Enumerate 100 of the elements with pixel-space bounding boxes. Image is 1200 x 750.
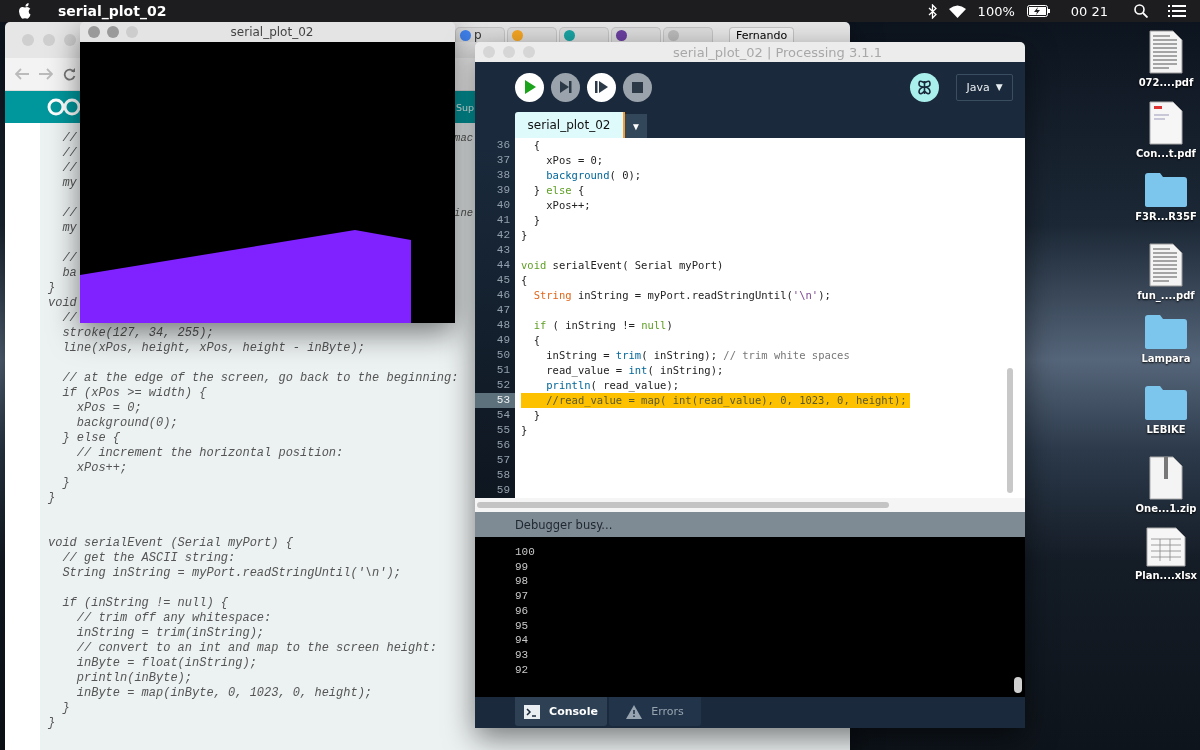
code-line: // increment the horizontal position: [75, 446, 344, 461]
code-line: } [48, 491, 56, 506]
line-number: 38 [495, 168, 511, 183]
line-number: 50 [495, 348, 511, 363]
zoom-button[interactable] [64, 34, 76, 46]
code-line: void serialEvent( Serial myPort) [521, 258, 725, 273]
code-line: my [61, 221, 77, 236]
file-name[interactable]: 072....pdf [1138, 77, 1194, 88]
file-name[interactable]: Plan....xlsx [1134, 570, 1198, 581]
window-title: serial_plot_02 | Processing 3.1.1 [673, 44, 883, 60]
battery-charging-icon[interactable] [1026, 5, 1051, 17]
console-line: 99 [515, 559, 530, 575]
code-line: // at the edge of the screen, go back to the beginning: [61, 371, 459, 386]
continue-icon [595, 81, 608, 93]
folder-icon [1144, 172, 1188, 208]
file-name[interactable]: Lampara [1141, 353, 1191, 364]
file-name[interactable]: LEBIKE [1146, 424, 1186, 435]
apple-logo-icon[interactable] [18, 3, 32, 19]
continue-button[interactable] [587, 72, 616, 102]
run-button[interactable] [515, 72, 544, 102]
code-line: // get the ASCII string: [61, 551, 236, 566]
minimize-button[interactable] [107, 26, 119, 38]
file-name[interactable]: fun_....pdf [1137, 290, 1195, 301]
debug-button[interactable] [910, 72, 939, 102]
reload-icon[interactable] [63, 67, 76, 81]
console-line: 94 [515, 633, 530, 648]
line-number: 41 [495, 213, 511, 228]
code-line: } [532, 213, 541, 228]
line-number: 49 [495, 333, 511, 348]
app-name[interactable]: serial_plot_02 [58, 3, 167, 19]
console-line: 100 [515, 545, 536, 560]
menu-bar-clock[interactable]: 00 21 [1070, 3, 1108, 19]
scrollbar[interactable] [1007, 368, 1013, 493]
code-line: inString = trim( inString); // trim white spaces [545, 348, 851, 363]
line-number: 51 [495, 363, 511, 378]
browser-tab[interactable] [611, 27, 661, 42]
line-number: 39 [495, 183, 511, 198]
forward-arrow-icon[interactable] [39, 68, 53, 80]
code-line: println(inByte); [75, 671, 193, 686]
code-line: my [61, 176, 77, 191]
code-line: ba [61, 266, 77, 281]
bluetooth-icon[interactable] [927, 3, 937, 19]
code-line: } else { [532, 183, 586, 198]
stop-button[interactable] [623, 72, 652, 102]
code-line: void serialEvent (Serial myPort) { [48, 536, 293, 551]
battery-percentage: 100% [977, 3, 1015, 19]
errors-tab[interactable]: Errors [609, 697, 701, 726]
file-name[interactable]: One...1.zip [1135, 503, 1197, 514]
favicon-icon [460, 29, 471, 41]
code-line: stroke(127, 34, 255); [61, 326, 214, 341]
code-line: xPos = 0; [545, 153, 605, 168]
line-number: 43 [495, 243, 511, 258]
console-line: 92 [515, 662, 530, 678]
line-number: 36 [495, 138, 511, 153]
pdf-file-icon [1149, 101, 1183, 145]
code-line: // [61, 206, 77, 221]
code-line: { [532, 138, 541, 153]
minimize-button[interactable] [43, 34, 55, 46]
list-icon[interactable] [1168, 5, 1186, 17]
line-number: 55 [495, 423, 511, 438]
code-line: // [61, 161, 77, 176]
code-line: background(0); [75, 416, 178, 431]
folder-icon [1144, 314, 1188, 350]
code-line: if ( inString != null) [532, 318, 674, 333]
close-button[interactable] [88, 26, 100, 38]
code-line: // [61, 146, 77, 161]
favicon-icon [564, 29, 575, 41]
file-name[interactable]: Con...t.pdf [1136, 148, 1196, 159]
console-tab[interactable]: Console [515, 697, 607, 726]
mode-dropdown[interactable]: Java ▼ [956, 73, 1013, 101]
search-icon[interactable] [1134, 4, 1148, 18]
code-line: // [61, 311, 77, 326]
code-line: if (inString != null) { [61, 596, 229, 611]
browser-tab[interactable]: p [455, 27, 505, 42]
file-name[interactable]: F3R...R35F [1135, 211, 1197, 222]
line-number: 58 [495, 468, 511, 483]
wifi-icon[interactable] [948, 4, 966, 18]
code-line: read_value = int( inString); [545, 363, 725, 378]
tab-menu-button[interactable]: ▼ [625, 114, 647, 138]
profile-button[interactable]: Fernando [729, 27, 795, 43]
step-button[interactable] [551, 72, 580, 102]
code-line: } [61, 701, 70, 716]
line-number: 44 [495, 258, 511, 273]
code-line: println( read_value); [545, 378, 681, 393]
scrollbar[interactable] [477, 502, 889, 508]
sketch-tab[interactable]: serial_plot_02 [515, 112, 625, 138]
code-line: } [532, 408, 541, 423]
back-arrow-icon[interactable] [15, 68, 29, 80]
code-line: // [61, 131, 77, 146]
code-line: // [61, 251, 77, 266]
console-line: 98 [515, 574, 530, 590]
logo-icon[interactable] [47, 97, 81, 117]
browser-tab[interactable] [559, 27, 609, 42]
scrollbar[interactable] [1014, 677, 1022, 693]
document-icon [1149, 243, 1183, 287]
folder-icon [1144, 385, 1188, 421]
code-line: void [48, 296, 77, 311]
code-line: } else { [61, 431, 120, 446]
line-number: 42 [495, 228, 511, 243]
code-line: } [61, 476, 70, 491]
